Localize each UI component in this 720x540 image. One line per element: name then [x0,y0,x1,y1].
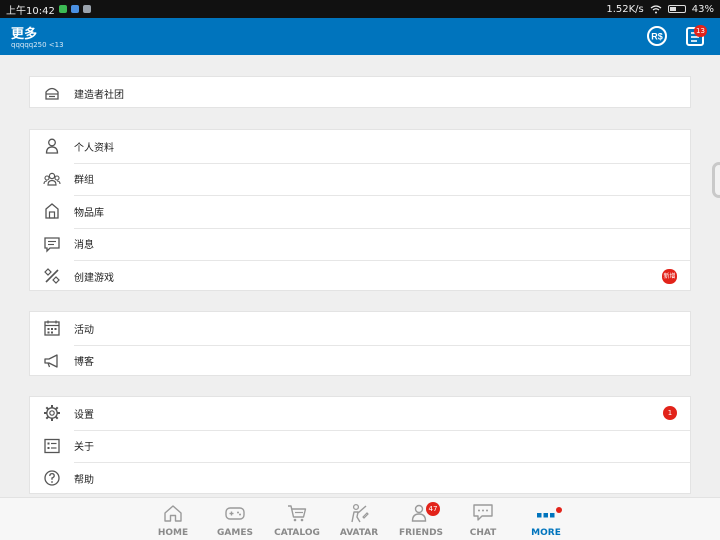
menu-item-label: 个人资料 [74,142,114,154]
notification-badge: 13 [694,25,707,37]
create-games-icon [44,268,60,284]
battery-icon [667,5,686,13]
app-header: 更多 qqqqq250 <13 R$ 13 [0,18,720,55]
tab-avatar[interactable]: AVATAR [328,498,390,540]
status-bar: 上午10:42 1.52K/s 43% [0,0,720,18]
blog-icon [44,353,58,368]
menu-item-settings[interactable]: 设置 1 [30,397,690,430]
home-icon [164,505,182,522]
more-indicator-dot [556,507,562,513]
robux-icon[interactable]: R$ [645,24,669,48]
menu-item-events[interactable]: 活动 [30,312,690,345]
menu-item-builders-club[interactable]: 建造者社团 [30,77,690,110]
menu-item-label: 消息 [74,240,94,252]
menu-item-label: 创建游戏 [74,272,114,284]
network-speed: 1.52K/s [606,3,644,15]
community-card: 活动 博客 [29,311,691,376]
tab-label: FRIENDS [398,528,444,538]
menu-item-about[interactable]: 关于 [30,429,690,463]
menu-item-groups[interactable]: 群组 [30,162,690,196]
new-badge: 新增 [662,268,677,284]
events-icon [44,320,60,336]
menu-item-inventory[interactable]: 物品库 [30,195,690,228]
app-notification-icon [82,5,91,13]
tab-label: AVATAR [339,528,379,538]
menu-item-blog[interactable]: 博客 [30,344,690,378]
friends-badge: 47 [426,502,440,516]
tab-label: HOME [157,528,189,538]
status-time: 上午10:42 [6,5,55,17]
tab-chat[interactable]: CHAT [452,498,514,540]
wifi-icon [650,4,662,13]
battery-percent: 43% [691,3,714,15]
bottom-navigation: HOME GAMES CATALOG AVATAR 47 FRIENDS CHA… [0,497,720,540]
menu-item-label: 建造者社团 [74,89,124,101]
username-label: qqqqq250 <13 [11,41,64,49]
menu-item-profile[interactable]: 个人资料 [30,130,690,163]
menu-item-label: 活动 [74,324,94,336]
menu-item-label: 关于 [74,442,94,454]
chat-icon [473,504,493,521]
menu-item-label: 帮助 [74,474,94,486]
builders-club-icon [45,87,59,100]
help-icon [44,470,60,486]
page-title: 更多 [11,27,38,42]
menu-item-label: 设置 [74,409,94,421]
svg-text:R$: R$ [651,32,663,42]
app-notification-icon [70,5,79,13]
settings-icon [44,405,60,421]
tab-friends[interactable]: 47 FRIENDS [390,498,452,540]
tab-home[interactable]: HOME [142,498,204,540]
tab-label: CHAT [469,528,497,538]
inventory-icon [45,203,59,219]
edge-drag-handle[interactable] [712,162,720,198]
builders-club-card: 建造者社团 [29,76,691,108]
tab-label: GAMES [217,528,253,538]
messages-icon [44,236,60,253]
menu-item-label: 物品库 [74,207,104,219]
games-icon [225,507,245,520]
menu-item-messages[interactable]: 消息 [30,227,690,261]
menu-item-create-games[interactable]: 创建游戏 新增 [30,260,690,293]
account-card: 个人资料 群组 物品库 消息 创建游戏 新增 [29,129,691,291]
avatar-icon [351,503,369,523]
tab-label: CATALOG [274,528,320,538]
app-notification-icon [58,5,67,13]
tab-more[interactable]: MORE [515,498,577,540]
menu-item-label: 群组 [74,175,94,187]
tab-games[interactable]: GAMES [204,498,266,540]
menu-item-label: 博客 [74,357,94,369]
profile-icon [45,138,59,154]
settings-badge: 1 [663,406,677,421]
tab-catalog[interactable]: CATALOG [266,498,328,540]
settings-card: 设置 1 关于 帮助 [29,396,691,494]
more-icon [537,513,555,518]
groups-icon [43,172,61,186]
tab-label: MORE [531,528,561,538]
menu-item-help[interactable]: 帮助 [30,462,690,495]
about-icon [44,438,60,453]
catalog-icon [288,505,307,522]
